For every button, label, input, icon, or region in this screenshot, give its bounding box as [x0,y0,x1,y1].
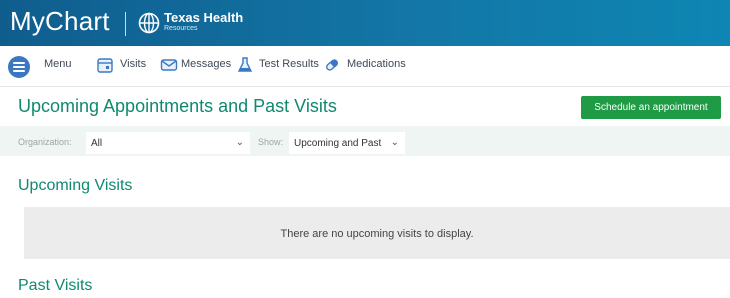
header-divider [125,12,126,36]
app-header: MyChart Texas Health Resources [0,0,730,46]
envelope-icon[interactable] [160,56,178,74]
chevron-down-icon: ⌄ [235,137,244,148]
flask-icon[interactable] [236,56,254,74]
past-visits-heading: Past Visits [18,277,93,294]
organization-value: All [91,137,103,149]
menu-icon[interactable] [8,56,30,78]
mychart-logo[interactable]: MyChart [10,6,110,37]
show-select[interactable]: Upcoming and Past ⌄ [289,132,405,154]
visits-link[interactable]: Visits [120,58,146,70]
org-subname: Resources [164,25,198,32]
main-toolbar: Menu Visits Messages Test Results Medica… [0,46,730,87]
show-value: Upcoming and Past [294,137,382,149]
globe-icon [138,12,160,34]
upcoming-visits-empty-panel: There are no upcoming visits to display. [24,207,730,259]
calendar-icon[interactable] [96,56,114,74]
messages-link[interactable]: Messages [181,58,231,70]
medications-link[interactable]: Medications [347,58,406,70]
upcoming-visits-heading: Upcoming Visits [18,177,133,194]
show-label: Show: [258,137,284,147]
test-results-link[interactable]: Test Results [259,58,319,70]
org-name: Texas Health [164,10,244,25]
chevron-down-icon: ⌄ [390,137,399,148]
organization-label: Organization: [18,137,72,147]
page-title: Upcoming Appointments and Past Visits [18,96,337,116]
organization-select[interactable]: All ⌄ [86,132,250,154]
schedule-appointment-button[interactable]: Schedule an appointment [581,96,721,119]
organization-logo: Texas Health Resources [164,11,243,33]
pill-icon[interactable] [323,56,341,74]
no-upcoming-visits-message: There are no upcoming visits to display. [280,228,474,240]
menu-button[interactable]: Menu [44,58,72,70]
